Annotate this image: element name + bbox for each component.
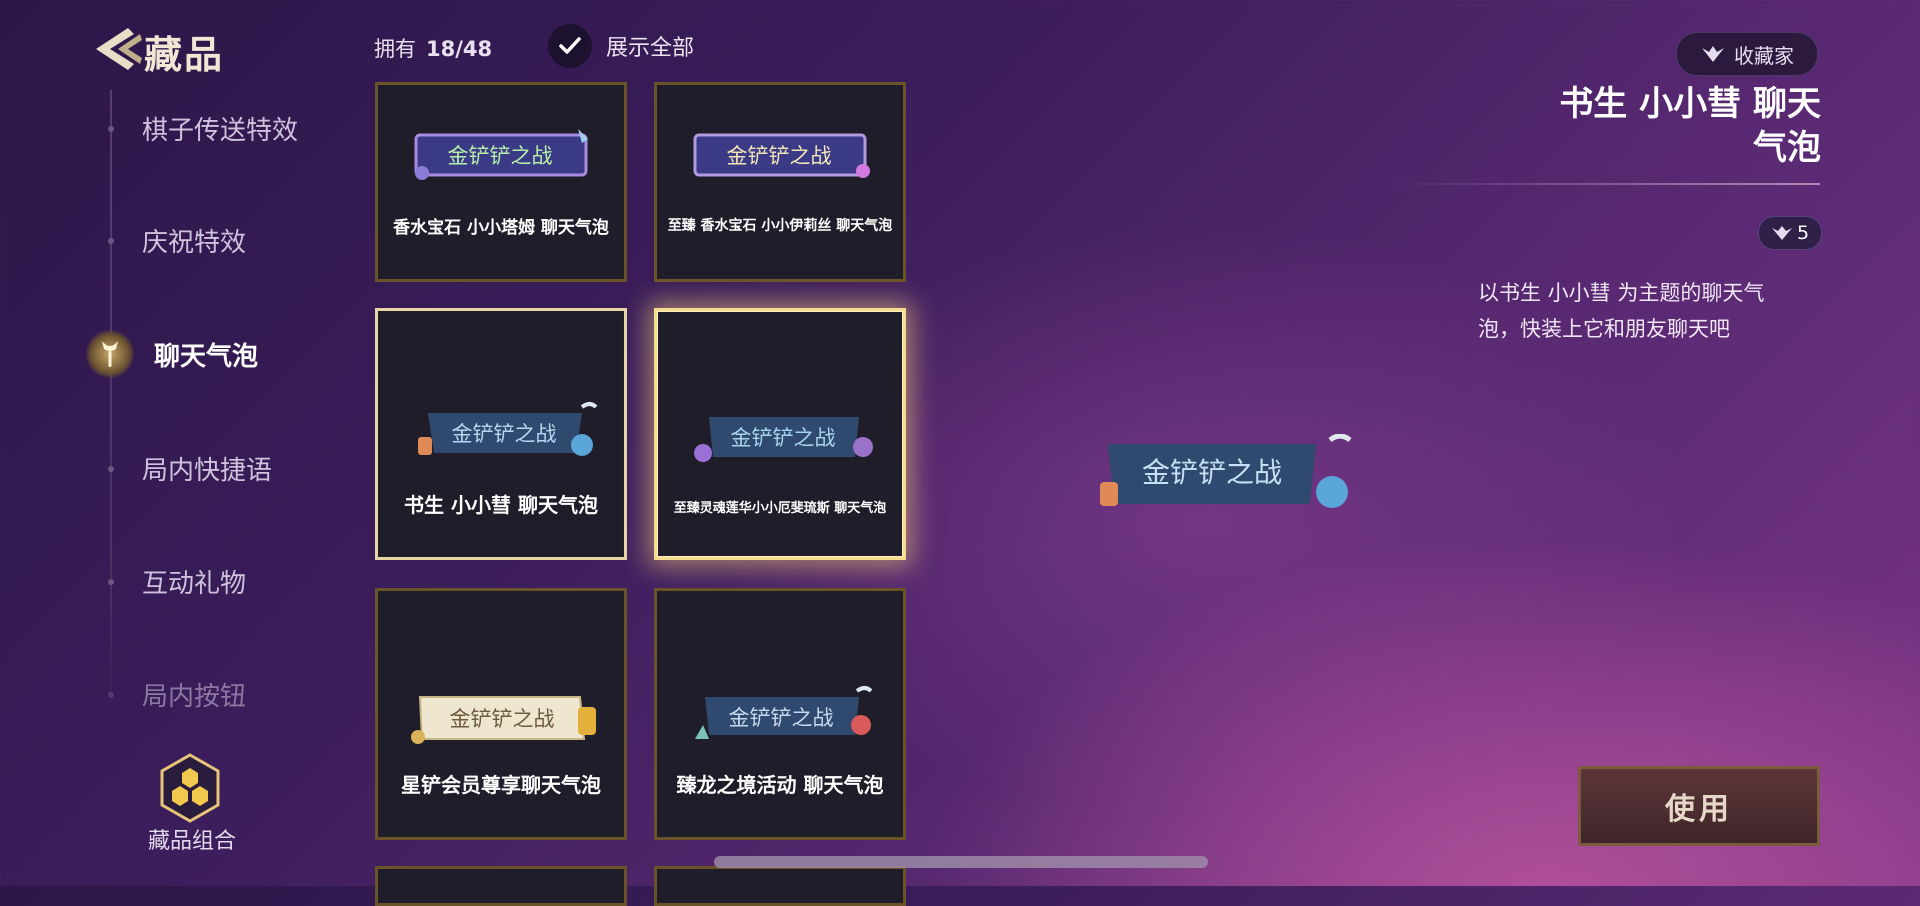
use-button[interactable]: 使用 [1578, 766, 1820, 846]
sidebar-item-quick-chat[interactable]: 局内快捷语 [100, 450, 272, 487]
bubble-text: 金铲铲之战 [450, 707, 555, 731]
collection-card[interactable]: 金铲铲之战 星铲会员尊享聊天气泡 [375, 588, 627, 840]
show-all-label: 展示全部 [606, 36, 695, 61]
sidebar-item-label: 聊天气泡 [154, 341, 259, 372]
collection-card-selected[interactable]: 金铲铲之战 至臻灵魂莲华小小厄斐琉斯 聊天气泡 [654, 308, 906, 560]
owned-value: 18/48 [426, 37, 493, 61]
card-name: 星铲会员尊享聊天气泡 [401, 773, 601, 797]
card-name: 香水宝石 小小塔姆 聊天气泡 [393, 218, 609, 238]
wings-icon [1771, 226, 1792, 240]
sidebar-item-gifts[interactable]: 互动礼物 [100, 563, 246, 600]
item-title: 书生 小小彗 聊天 气泡 [1401, 82, 1821, 170]
title-divider [1390, 183, 1820, 185]
owned-label: 拥有 [374, 37, 416, 61]
active-marker-icon [86, 330, 134, 378]
chat-bubble-preview: 金铲铲之战 [414, 129, 588, 180]
collection-card[interactable]: 金铲铲之战 书生 小小彗 聊天气泡 [375, 308, 627, 560]
sidebar-item-label: 棋子传送特效 [142, 116, 299, 146]
bubble-text: 金铲铲之战 [452, 422, 557, 446]
bubble-text: 金铲铲之战 [1142, 456, 1282, 489]
sidebar-item-label: 局内按钮 [142, 682, 247, 712]
show-all-toggle[interactable]: 展示全部 [548, 24, 694, 68]
wings-icon [1702, 46, 1724, 62]
rail-dot [100, 458, 122, 480]
chat-bubble-preview: 金铲铲之战 [695, 686, 873, 739]
sidebar-rail [110, 90, 112, 710]
back-button[interactable] [88, 24, 144, 74]
collection-card[interactable] [375, 866, 627, 906]
card-name: 至臻 香水宝石 小小伊莉丝 聊天气泡 [667, 218, 893, 234]
collection-combo-button[interactable] [158, 752, 222, 824]
sidebar-item-label: 庆祝特效 [142, 228, 247, 258]
sidebar-item-celebration[interactable]: 庆祝特效 [100, 222, 246, 259]
card-name: 书生 小小彗 聊天气泡 [404, 493, 598, 517]
bubble-text: 金铲铲之战 [727, 144, 832, 168]
collection-points-badge: 5 [1758, 216, 1822, 250]
card-name: 至臻灵魂莲华小小厄斐琉斯 聊天气泡 [673, 501, 887, 516]
item-description-line1: 以书生 小小彗 为主题的聊天气 [1478, 281, 1765, 305]
item-title-line2: 气泡 [1753, 128, 1821, 168]
chat-bubble-preview: 金铲铲之战 [411, 696, 596, 744]
bubble-text: 金铲铲之战 [448, 144, 553, 168]
item-description: 以书生 小小彗 为主题的聊天气 泡，快装上它和朋友聊天吧 [1478, 275, 1818, 347]
bubble-text: 金铲铲之战 [729, 706, 834, 730]
collection-combo-label: 藏品组合 [148, 829, 237, 854]
rail-dot [100, 571, 122, 593]
chat-bubble-preview: 金铲铲之战 [418, 402, 598, 456]
points-value: 5 [1796, 222, 1810, 244]
checkbox[interactable] [548, 24, 592, 68]
selected-bubble-preview: 金铲铲之战 [1100, 434, 1352, 508]
rail-dot [100, 684, 122, 706]
sidebar-item-label: 互动礼物 [142, 569, 247, 599]
back-arrow-icon [96, 28, 142, 70]
collector-badge[interactable]: 收藏家 [1676, 32, 1818, 76]
collection-card[interactable] [654, 866, 906, 906]
sidebar-item-chat-bubble[interactable]: 聊天气泡 [86, 330, 259, 378]
page-title: 藏品 [144, 33, 225, 77]
sidebar-item-piece-teleport[interactable]: 棋子传送特效 [100, 110, 298, 147]
collector-label: 收藏家 [1734, 43, 1794, 68]
collection-card[interactable]: 金铲铲之战 臻龙之境活动 聊天气泡 [654, 588, 906, 840]
checkmark-icon [559, 37, 581, 54]
chat-bubble-preview: 金铲铲之战 [693, 133, 870, 178]
honeycomb-icon [160, 753, 220, 823]
owned-count: 拥有 18/48 [374, 33, 492, 63]
chat-bubble-preview: 金铲铲之战 [694, 417, 873, 462]
item-title-line1: 书生 小小彗 聊天 [1559, 84, 1821, 124]
sidebar-item-label: 局内快捷语 [142, 456, 273, 486]
item-description-line2: 泡，快装上它和朋友聊天吧 [1478, 317, 1730, 341]
card-name: 臻龙之境活动 聊天气泡 [676, 773, 884, 797]
collection-card[interactable]: 金铲铲之战 香水宝石 小小塔姆 聊天气泡 [375, 82, 627, 282]
sidebar-item-buttons[interactable]: 局内按钮 [100, 676, 246, 713]
collection-card[interactable]: 金铲铲之战 至臻 香水宝石 小小伊莉丝 聊天气泡 [654, 82, 906, 282]
horizontal-scrollbar[interactable] [714, 856, 1208, 868]
bubble-text: 金铲铲之战 [731, 426, 836, 450]
rail-dot [100, 118, 122, 140]
rail-dot [100, 230, 122, 252]
